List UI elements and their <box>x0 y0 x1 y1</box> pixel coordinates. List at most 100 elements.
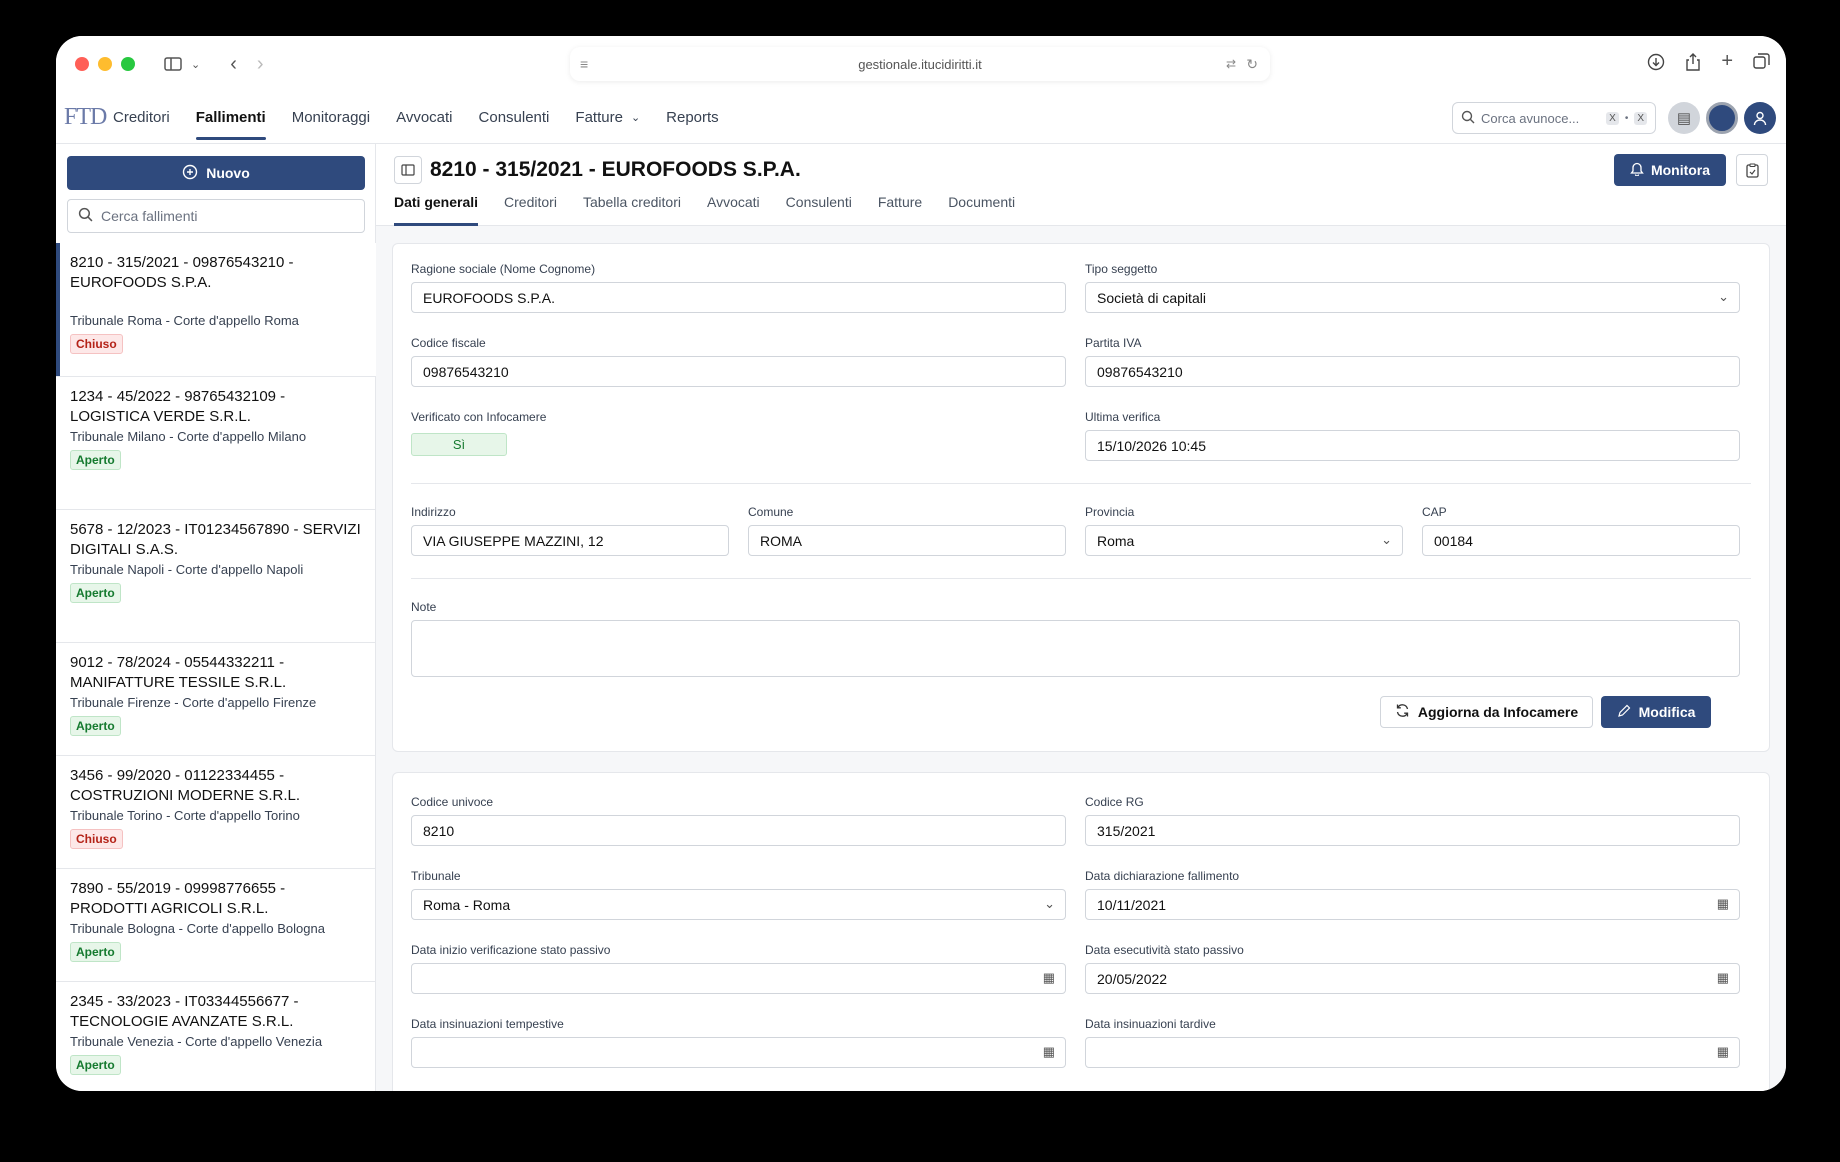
ultima-verifica-input[interactable]: 15/10/2026 10:45 <box>1085 430 1740 461</box>
insinuazioni-tempestive-field: Data insinuazioni tempestive ▦ <box>411 1017 1066 1068</box>
tipo-soggetto-field: Tipo seggetto Società di capitali ⌄ <box>1085 262 1740 313</box>
maximize-window-button[interactable] <box>121 57 135 71</box>
list-item[interactable]: 5678 - 12/2023 - IT01234567890 - SERVIZI… <box>56 510 376 643</box>
field-label: Data esecutività stato passivo <box>1085 943 1244 957</box>
calendar-icon[interactable]: ▦ <box>1043 1044 1055 1060</box>
calendar-icon[interactable]: ▦ <box>1717 970 1729 986</box>
partita-iva-field: Partita IVA 09876543210 <box>1085 336 1740 387</box>
calendar-icon[interactable]: ▦ <box>1717 1044 1729 1060</box>
url-text: gestionale.itucidiritti.it <box>858 56 982 72</box>
search-icon <box>78 207 93 225</box>
reload-icon[interactable]: ↻ <box>1246 56 1258 73</box>
item-court: Tribunale Firenze - Corte d'appello Fire… <box>70 695 317 710</box>
tab-dati-generali[interactable]: Dati generali <box>394 192 479 226</box>
codice-rg-input[interactable]: 315/2021 <box>1085 815 1740 846</box>
status-badge: Aperto <box>70 583 121 603</box>
item-title: 9012 - 78/2024 - 05544332211 - MANIFATTU… <box>70 654 287 691</box>
tabs-overview-icon[interactable] <box>1753 50 1770 73</box>
partita-iva-input[interactable]: 09876543210 <box>1085 356 1740 387</box>
list-item[interactable]: 7890 - 55/2019 - 09998776655 - PRODOTTI … <box>56 869 376 982</box>
modifica-button[interactable]: Modifica <box>1601 696 1711 728</box>
tab-avvocati[interactable]: Avvocati <box>707 192 760 226</box>
tab-consulenti[interactable]: Consulenti <box>786 192 852 226</box>
verificato-field: Verificato con Infocamere Sì <box>411 410 711 456</box>
insinuazioni-tardive-input[interactable]: ▦ <box>1085 1037 1740 1068</box>
tab-creditori[interactable]: Creditori <box>504 192 557 226</box>
tab-fatture[interactable]: Fatture <box>878 192 922 226</box>
field-label: Comune <box>748 505 794 519</box>
notes-button[interactable]: ▤ <box>1668 102 1700 134</box>
tab-tabella-creditori[interactable]: Tabella creditori <box>583 192 681 226</box>
nav-fallimenti[interactable]: Fallimenti <box>183 92 279 144</box>
aggiorna-infocamere-button[interactable]: Aggiorna da Infocamere <box>1380 696 1593 728</box>
status-badge: Chiuso <box>70 334 123 354</box>
chevron-down-icon[interactable]: ⌄ <box>191 58 200 71</box>
reader-icon[interactable]: ≡ <box>580 56 588 72</box>
close-window-button[interactable] <box>75 57 89 71</box>
sidebar-toggle-icon[interactable] <box>163 57 183 71</box>
tipo-soggetto-select[interactable]: Società di capitali ⌄ <box>1085 282 1740 313</box>
insinuazioni-tardive-field: Data insinuazioni tardive ▦ <box>1085 1017 1740 1068</box>
new-fallimento-button[interactable]: Nuovo <box>67 156 365 190</box>
forward-icon[interactable]: › <box>257 53 264 76</box>
comune-input[interactable]: ROMA <box>748 525 1066 556</box>
nav-fatture[interactable]: Fatture ⌄ <box>562 92 653 144</box>
minimize-window-button[interactable] <box>98 57 112 71</box>
address-bar[interactable]: ≡ gestionale.itucidiritti.it ⇄ ↻ <box>570 47 1270 81</box>
back-icon[interactable]: ‹ <box>230 53 237 76</box>
insinuazioni-tempestive-input[interactable]: ▦ <box>411 1037 1066 1068</box>
chevron-down-icon: ⌄ <box>1381 532 1392 547</box>
indirizzo-input[interactable]: VIA GIUSEPPE MAZZINI, 12 <box>411 525 729 556</box>
ultima-verifica-field: Ultima verifica 15/10/2026 10:45 <box>1085 410 1740 461</box>
field-label: Data dichiarazione fallimento <box>1085 869 1240 883</box>
tribunale-select[interactable]: Roma - Roma ⌄ <box>411 889 1066 920</box>
user-avatar[interactable] <box>1744 102 1776 134</box>
monitor-button[interactable]: Monitora <box>1614 154 1726 186</box>
list-item[interactable]: 3456 - 99/2020 - 01122334455 - COSTRUZIO… <box>56 756 376 869</box>
global-search[interactable]: Corca avunoce... X • X <box>1452 102 1656 134</box>
codice-univoco-input[interactable]: 8210 <box>411 815 1066 846</box>
list-item[interactable]: 1234 - 45/2022 - 98765432109 - LOGISTICA… <box>56 377 376 510</box>
field-label: Codice RG <box>1085 795 1144 809</box>
fallimenti-search-input[interactable]: Cerca fallimenti <box>67 199 365 233</box>
translate-icon[interactable]: ⇄ <box>1226 57 1236 71</box>
nav-creditori[interactable]: Creditori <box>100 92 183 144</box>
browser-window: ⌄ ‹ › ≡ gestionale.itucidiritti.it ⇄ ↻ +… <box>56 36 1786 1091</box>
clipboard-button[interactable] <box>1736 154 1768 186</box>
panel-toggle-button[interactable] <box>394 156 422 184</box>
divider <box>411 578 1751 579</box>
cap-input[interactable]: 00184 <box>1422 525 1740 556</box>
list-item[interactable]: 2345 - 33/2023 - IT03344556677 - TECNOLO… <box>56 982 376 1091</box>
ragione-sociale-input[interactable]: EUROFOODS S.P.A. <box>411 282 1066 313</box>
new-tab-icon[interactable]: + <box>1721 50 1733 73</box>
share-icon[interactable] <box>1685 50 1701 73</box>
field-label: Partita IVA <box>1085 336 1142 350</box>
data-dichiarazione-input[interactable]: 10/11/2021 ▦ <box>1085 889 1740 920</box>
item-title: 7890 - 55/2019 - 09998776655 - PRODOTTI … <box>70 880 286 917</box>
field-label: CAP <box>1422 505 1447 519</box>
select-value: Roma - Roma <box>423 896 511 913</box>
list-item[interactable]: 9012 - 78/2024 - 05544332211 - MANIFATTU… <box>56 643 376 756</box>
codice-fiscale-input[interactable]: 09876543210 <box>411 356 1066 387</box>
nav-monitoraggi[interactable]: Monitoraggi <box>279 92 383 144</box>
provincia-select[interactable]: Roma ⌄ <box>1085 525 1403 556</box>
tab-documenti[interactable]: Documenti <box>948 192 1015 226</box>
item-court: Tribunale Milano - Corte d'appello Milan… <box>70 429 307 444</box>
nav-consulenti[interactable]: Consulenti <box>466 92 563 144</box>
nav-reports[interactable]: Reports <box>653 92 732 144</box>
nav-avvocati[interactable]: Avvocati <box>383 92 465 144</box>
data-inizio-verifica-input[interactable]: ▦ <box>411 963 1066 994</box>
data-esecutivita-input[interactable]: 20/05/2022 ▦ <box>1085 963 1740 994</box>
data-inizio-verifica-field: Data inizio verificazione stato passivo … <box>411 943 1066 994</box>
app-logo[interactable]: FTD <box>64 104 107 131</box>
calendar-icon[interactable]: ▦ <box>1717 896 1729 912</box>
status-button[interactable] <box>1706 102 1738 134</box>
calendar-icon[interactable]: ▦ <box>1043 970 1055 986</box>
note-textarea[interactable] <box>411 620 1740 677</box>
status-badge: Chiuso <box>70 829 123 849</box>
download-icon[interactable] <box>1647 50 1665 73</box>
fallimenti-sidebar: Nuovo Cerca fallimenti 8210 - 315/2021 -… <box>56 144 376 1091</box>
procedura-card: Codice univoce 8210 Codice RG 315/2021 T… <box>392 772 1770 1091</box>
app-navbar: FTD Creditori Fallimenti Monitoraggi Avv… <box>56 92 1786 144</box>
list-item[interactable]: 8210 - 315/2021 - 09876543210 - EUROFOOD… <box>56 243 376 377</box>
